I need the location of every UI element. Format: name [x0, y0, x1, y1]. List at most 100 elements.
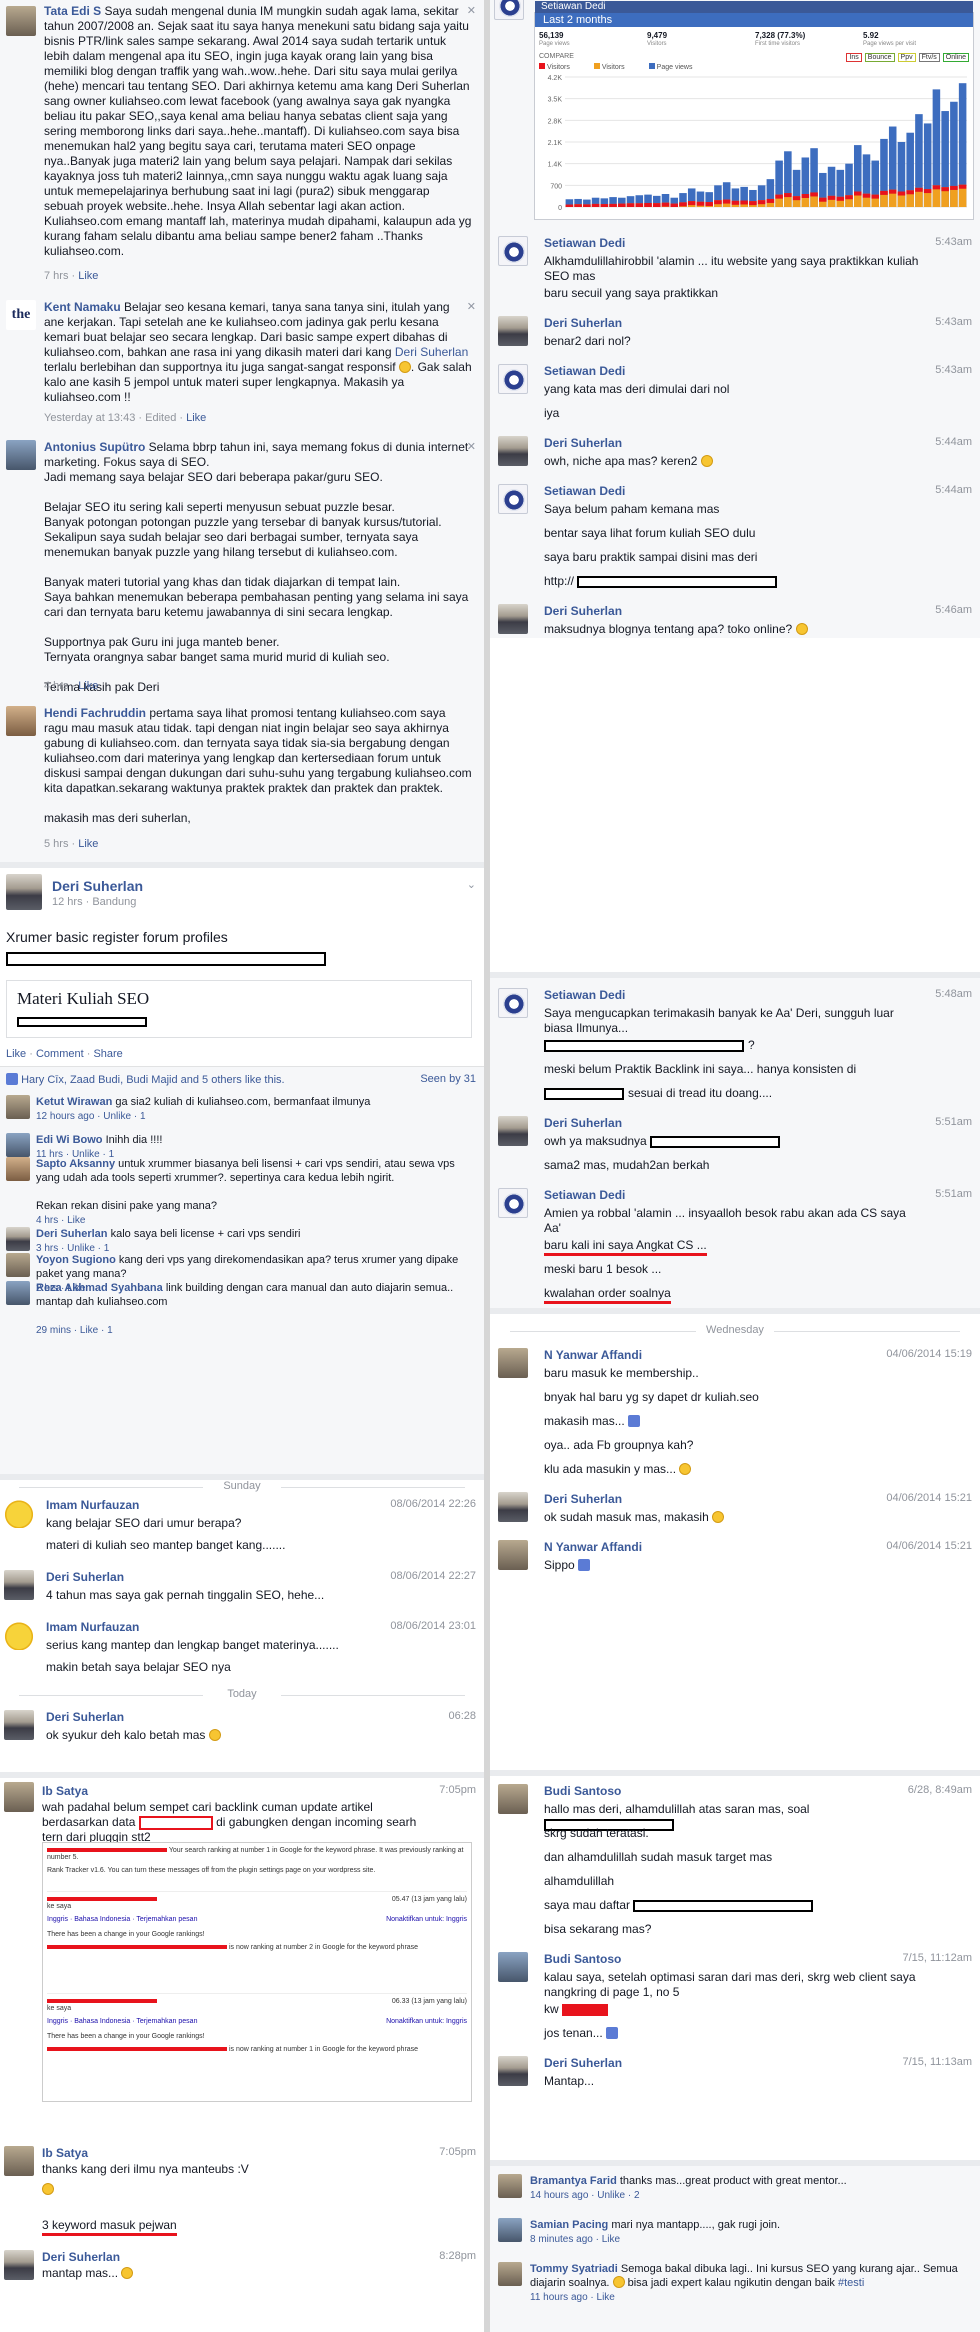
metric-tag[interactable]: Ftv/s	[918, 53, 940, 62]
message-text: kwalahan order soalnya	[544, 1286, 924, 1304]
avatar[interactable]	[498, 1952, 528, 1982]
link-card[interactable]: Materi Kuliah SEO	[6, 980, 472, 1038]
avatar[interactable]	[4, 1710, 34, 1740]
commenter-name[interactable]: Samian Pacing	[530, 2219, 608, 2231]
avatar[interactable]	[498, 1188, 528, 1218]
avatar[interactable]	[498, 484, 528, 514]
avatar[interactable]	[498, 2262, 522, 2286]
avatar[interactable]	[4, 1620, 34, 1650]
avatar[interactable]	[4, 1570, 34, 1600]
avatar[interactable]: the	[6, 300, 36, 330]
avatar[interactable]	[498, 436, 528, 466]
metric-tag[interactable]: Bounce	[864, 53, 895, 62]
avatar[interactable]	[6, 874, 42, 910]
seen-by[interactable]: Seen by 31	[420, 1073, 476, 1085]
timestamp: 5:46am	[935, 604, 972, 616]
compare-label[interactable]: COMPARE	[539, 53, 574, 60]
avatar[interactable]	[498, 364, 528, 394]
sender-name[interactable]: Setiawan Dedi	[544, 236, 625, 250]
metric-tag[interactable]: Ins	[846, 53, 862, 62]
avatar[interactable]	[6, 440, 36, 470]
close-icon[interactable]: ✕	[467, 440, 476, 453]
sender-name[interactable]: Deri Suherlan	[544, 1116, 622, 1130]
sender-name[interactable]: Deri Suherlan	[46, 1710, 124, 1724]
avatar[interactable]	[6, 1133, 30, 1157]
sender-name[interactable]: Deri Suherlan	[544, 604, 622, 618]
avatar[interactable]	[498, 1116, 528, 1146]
sender-name[interactable]: Budi Santoso	[544, 1784, 621, 1798]
sender-name[interactable]: N Yanwar Affandi	[544, 1348, 642, 1362]
period-label[interactable]: Last 2 months	[535, 13, 973, 27]
avatar[interactable]	[6, 1227, 30, 1251]
commenter-name[interactable]: Antonius Supütro	[44, 440, 145, 454]
commenter-name[interactable]: Sapto Aksanny	[36, 1158, 115, 1170]
sender-name[interactable]: Deri Suherlan	[46, 1570, 124, 1584]
sender-name[interactable]: Deri Suherlan	[544, 316, 622, 330]
avatar[interactable]	[498, 1540, 528, 1570]
commenter-name[interactable]: Reza Akhmad Syahbana	[36, 1282, 163, 1294]
sender-name[interactable]: Imam Nurfauzan	[46, 1498, 139, 1512]
mention-link[interactable]: Deri Suherlan	[395, 345, 468, 359]
sender-name[interactable]: Imam Nurfauzan	[46, 1620, 139, 1634]
metric-tag[interactable]: Ppv	[897, 53, 916, 62]
comment-button[interactable]: Comment	[36, 1048, 84, 1060]
avatar[interactable]	[498, 1348, 528, 1378]
avatar[interactable]	[4, 1782, 34, 1812]
sender-name[interactable]: Setiawan Dedi	[544, 364, 625, 378]
like-link[interactable]: Like	[78, 838, 98, 850]
avatar[interactable]	[6, 706, 36, 736]
sender-name[interactable]: Deri Suherlan	[544, 2056, 622, 2070]
sender-name[interactable]: Setiawan Dedi	[544, 1188, 625, 1202]
avatar[interactable]	[498, 1784, 528, 1814]
sender-name[interactable]: N Yanwar Affandi	[544, 1540, 642, 1554]
close-icon[interactable]: ✕	[467, 300, 476, 313]
avatar[interactable]	[498, 236, 528, 266]
avatar[interactable]	[4, 2250, 34, 2280]
avatar[interactable]	[6, 1253, 30, 1277]
likes-summary[interactable]: Hary Cīx, Zaad Budi, Budi Majid and 5 ot…	[6, 1073, 285, 1088]
sender-name[interactable]: Deri Suherlan	[544, 436, 622, 450]
share-button[interactable]: Share	[93, 1048, 122, 1060]
commenter-name[interactable]: Tata Edi S	[44, 4, 101, 18]
sender-name[interactable]: Ib Satya	[42, 1784, 88, 1798]
avatar[interactable]	[4, 2146, 34, 2176]
avatar[interactable]	[498, 316, 528, 346]
sender-name[interactable]: Deri Suherlan	[42, 2250, 120, 2264]
commenter-name[interactable]: Ketut Wirawan	[36, 1096, 112, 1108]
avatar[interactable]	[6, 6, 36, 36]
post-author[interactable]: Deri Suherlan	[52, 878, 143, 894]
message-body: ok syukur deh kalo betah mas	[46, 1728, 206, 1742]
message-text: kalau saya, setelah optimasi saran dari …	[544, 1970, 924, 2000]
commenter-name[interactable]: Hendi Fachruddin	[44, 706, 146, 720]
commenter-name[interactable]: Yoyon Sugiono	[36, 1254, 116, 1266]
chevron-down-icon[interactable]: ⌄	[467, 878, 476, 891]
commenter-name[interactable]: Bramantya Farid	[530, 2175, 617, 2187]
avatar[interactable]	[498, 604, 528, 634]
like-link[interactable]: Like	[186, 412, 206, 424]
sender-name[interactable]: Ib Satya	[42, 2146, 88, 2160]
commenter-name[interactable]: Tommy Syatriadi	[530, 2263, 618, 2275]
sender-name[interactable]: Deri Suherlan	[544, 1492, 622, 1506]
avatar[interactable]	[498, 2056, 528, 2086]
avatar[interactable]	[6, 1095, 30, 1119]
hashtag-link[interactable]: #testi	[838, 2277, 864, 2289]
commenter-name[interactable]: Edi Wi Bowo	[36, 1134, 103, 1146]
sender-name[interactable]: Setiawan Dedi	[544, 988, 625, 1002]
like-link[interactable]: Like	[78, 270, 98, 282]
close-icon[interactable]: ✕	[467, 4, 476, 17]
avatar[interactable]	[498, 988, 528, 1018]
avatar[interactable]	[6, 1157, 30, 1181]
metric-tag[interactable]: Online	[942, 53, 969, 62]
avatar[interactable]	[498, 2174, 522, 2198]
like-link[interactable]: Like	[78, 680, 98, 692]
avatar[interactable]	[6, 1281, 30, 1305]
avatar[interactable]	[498, 1492, 528, 1522]
commenter-name[interactable]: Deri Suherlan	[36, 1228, 108, 1240]
commenter-name[interactable]: Kent Namaku	[44, 300, 121, 314]
avatar[interactable]	[494, 0, 524, 20]
avatar[interactable]	[498, 2218, 522, 2242]
sender-name[interactable]: Setiawan Dedi	[544, 484, 625, 498]
like-button[interactable]: Like	[6, 1048, 26, 1060]
sender-name[interactable]: Budi Santoso	[544, 1952, 621, 1966]
avatar[interactable]	[4, 1498, 34, 1528]
